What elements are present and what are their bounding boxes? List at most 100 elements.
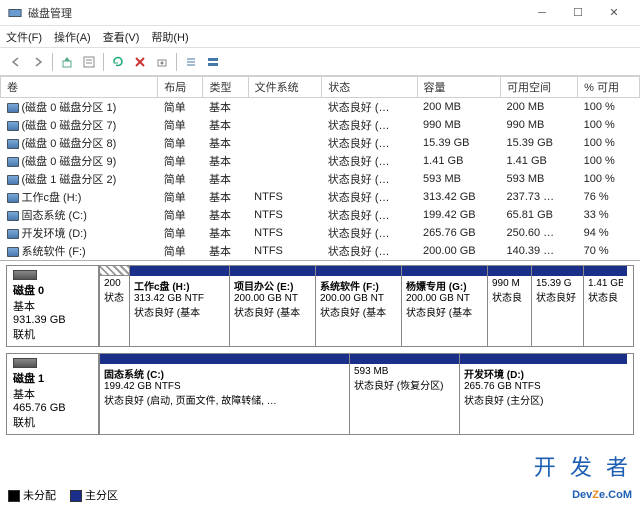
partition-status: 状态良好 (启动, 页面文件, 故障转储, … xyxy=(104,392,345,407)
column-header[interactable]: 类型 xyxy=(203,77,248,98)
column-header[interactable]: % 可用 xyxy=(578,77,640,98)
partition-title: 开发环境 (D:) xyxy=(464,366,623,381)
volume-row[interactable]: (磁盘 1 磁盘分区 2)简单基本状态良好 (…593 MB593 MB100 … xyxy=(1,170,640,188)
partition-size: 990 M xyxy=(492,278,527,289)
volume-row[interactable]: (磁盘 0 磁盘分区 9)简单基本状态良好 (…1.41 GB1.41 GB10… xyxy=(1,152,640,170)
forward-button[interactable] xyxy=(28,52,48,72)
disk-status: 联机 xyxy=(13,329,35,341)
settings-button[interactable] xyxy=(152,52,172,72)
cell: 简单 xyxy=(158,116,203,134)
titlebar: 磁盘管理 ─ ☐ ✕ xyxy=(0,0,640,26)
partition[interactable]: 系统软件 (F:)200.00 GB NT状态良好 (基本 xyxy=(315,266,401,346)
cell: 简单 xyxy=(158,206,203,224)
up-button[interactable] xyxy=(57,52,77,72)
back-button[interactable] xyxy=(6,52,26,72)
cell: 990 MB xyxy=(417,116,500,134)
close-button[interactable]: ✕ xyxy=(596,1,632,25)
graphic-view-button[interactable] xyxy=(203,52,223,72)
cell: 状态良好 (… xyxy=(322,170,417,188)
cell: 990 MB xyxy=(500,116,577,134)
cell: (磁盘 0 磁盘分区 8) xyxy=(1,134,158,152)
partition-title: 系统软件 (F:) xyxy=(320,278,397,293)
column-header[interactable]: 状态 xyxy=(322,77,417,98)
disk-1-info: 磁盘 1 基本 465.76 GB 联机 xyxy=(7,354,99,434)
disk-type: 基本 xyxy=(13,389,35,401)
cell: 状态良好 (… xyxy=(322,152,417,170)
column-header[interactable]: 卷 xyxy=(1,77,158,98)
disk-label: 磁盘 1 xyxy=(13,373,44,385)
cell: 1.41 GB xyxy=(500,152,577,170)
menu-view[interactable]: 查看(V) xyxy=(103,29,140,45)
partition[interactable]: 593 MB状态良好 (恢复分区) xyxy=(349,354,459,434)
partition-status: 状态 xyxy=(104,289,125,304)
cell: 简单 xyxy=(158,224,203,242)
partition[interactable]: 1.41 GB状态良 xyxy=(583,266,627,346)
disk-size: 931.39 GB xyxy=(13,314,66,326)
refresh-button[interactable] xyxy=(108,52,128,72)
separator xyxy=(176,53,177,71)
cell: 100 % xyxy=(578,116,640,134)
column-header[interactable]: 容量 xyxy=(417,77,500,98)
cell xyxy=(248,170,322,188)
partition[interactable]: 杨嫖专用 (G:)200.00 GB NT状态良好 (基本 xyxy=(401,266,487,346)
partition[interactable]: 990 M状态良 xyxy=(487,266,531,346)
volume-row[interactable]: 系统软件 (F:)简单基本NTFS状态良好 (…200.00 GB140.39 … xyxy=(1,242,640,260)
partition-size: 593 MB xyxy=(354,366,455,377)
column-header[interactable]: 布局 xyxy=(158,77,203,98)
minimize-button[interactable]: ─ xyxy=(524,1,560,25)
cell: NTFS xyxy=(248,224,322,242)
menu-action[interactable]: 操作(A) xyxy=(54,29,91,45)
cell: 199.42 GB xyxy=(417,206,500,224)
cell: NTFS xyxy=(248,242,322,260)
partition[interactable]: 项目办公 (E:)200.00 GB NT状态良好 (基本 xyxy=(229,266,315,346)
partition-bar xyxy=(316,266,401,276)
primary-swatch xyxy=(70,490,82,502)
legend-unallocated: 未分配 xyxy=(23,490,56,502)
cell: 简单 xyxy=(158,134,203,152)
cell: 200 MB xyxy=(417,98,500,117)
cell: 基本 xyxy=(203,116,248,134)
maximize-button[interactable]: ☐ xyxy=(560,1,596,25)
cell: 简单 xyxy=(158,242,203,260)
legend: 未分配 主分区 xyxy=(8,487,118,503)
disk-icon xyxy=(13,270,37,280)
delete-button[interactable] xyxy=(130,52,150,72)
disk-graphic-pane[interactable]: 磁盘 0 基本 931.39 GB 联机 200状态工作c盘 (H:)313.4… xyxy=(0,261,640,445)
volume-row[interactable]: (磁盘 0 磁盘分区 8)简单基本状态良好 (…15.39 GB15.39 GB… xyxy=(1,134,640,152)
volume-list[interactable]: 卷布局类型文件系统状态容量可用空间% 可用 (磁盘 0 磁盘分区 1)简单基本状… xyxy=(0,76,640,261)
properties-button[interactable] xyxy=(79,52,99,72)
cell: 265.76 GB xyxy=(417,224,500,242)
partition-size: 313.42 GB NTF xyxy=(134,293,225,304)
cell: 140.39 … xyxy=(500,242,577,260)
cell: 100 % xyxy=(578,152,640,170)
partition[interactable]: 工作c盘 (H:)313.42 GB NTF状态良好 (基本 xyxy=(129,266,229,346)
cell: 开发环境 (D:) xyxy=(1,224,158,242)
partition[interactable]: 开发环境 (D:)265.76 GB NTFS状态良好 (主分区) xyxy=(459,354,627,434)
partition[interactable]: 200状态 xyxy=(99,266,129,346)
cell: 状态良好 (… xyxy=(322,188,417,206)
volume-row[interactable]: (磁盘 0 磁盘分区 1)简单基本状态良好 (…200 MB200 MB100 … xyxy=(1,98,640,117)
partition-size: 200.00 GB NT xyxy=(234,293,311,304)
cell: 简单 xyxy=(158,170,203,188)
volume-row[interactable]: (磁盘 0 磁盘分区 7)简单基本状态良好 (…990 MB990 MB100 … xyxy=(1,116,640,134)
disk-1-row[interactable]: 磁盘 1 基本 465.76 GB 联机 固态系统 (C:)199.42 GB … xyxy=(6,353,634,435)
cell: 基本 xyxy=(203,98,248,117)
column-header[interactable]: 文件系统 xyxy=(248,77,322,98)
partition[interactable]: 15.39 G状态良好 xyxy=(531,266,583,346)
volume-row[interactable]: 工作c盘 (H:)简单基本NTFS状态良好 (…313.42 GB237.73 … xyxy=(1,188,640,206)
cell: 状态良好 (… xyxy=(322,98,417,117)
volume-row[interactable]: 开发环境 (D:)简单基本NTFS状态良好 (…265.76 GB250.60 … xyxy=(1,224,640,242)
column-header[interactable]: 可用空间 xyxy=(500,77,577,98)
disk-0-info: 磁盘 0 基本 931.39 GB 联机 xyxy=(7,266,99,346)
menu-help[interactable]: 帮助(H) xyxy=(151,29,188,45)
watermark-line1: 开 发 者 xyxy=(534,450,632,482)
list-view-button[interactable] xyxy=(181,52,201,72)
cell xyxy=(248,134,322,152)
cell: NTFS xyxy=(248,206,322,224)
unallocated-swatch xyxy=(8,490,20,502)
menu-file[interactable]: 文件(F) xyxy=(6,29,42,45)
disk-0-row[interactable]: 磁盘 0 基本 931.39 GB 联机 200状态工作c盘 (H:)313.4… xyxy=(6,265,634,347)
cell: 基本 xyxy=(203,188,248,206)
volume-row[interactable]: 固态系统 (C:)简单基本NTFS状态良好 (…199.42 GB65.81 G… xyxy=(1,206,640,224)
partition[interactable]: 固态系统 (C:)199.42 GB NTFS状态良好 (启动, 页面文件, 故… xyxy=(99,354,349,434)
